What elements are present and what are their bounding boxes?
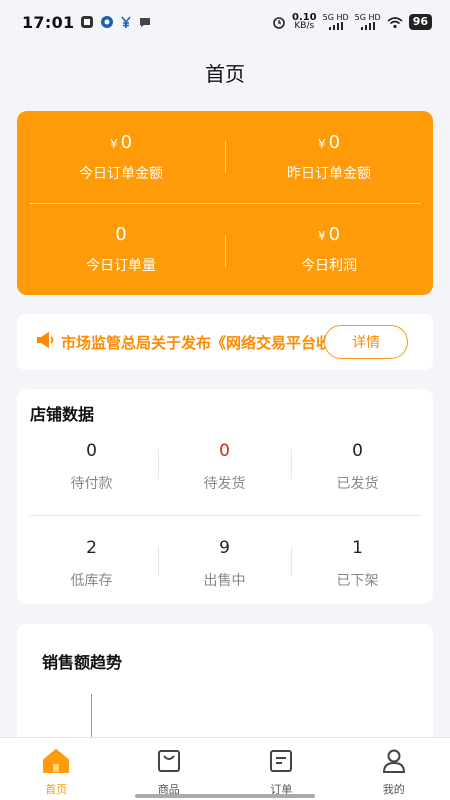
- battery-level: 96: [408, 14, 432, 30]
- status-time: 17:01: [22, 12, 75, 32]
- message-notification-icon: [138, 15, 152, 29]
- home-icon: [42, 748, 70, 778]
- page-title: 首页: [205, 62, 245, 86]
- network-speed: 0.10 KB/s: [291, 12, 317, 31]
- bottom-tab-bar: 首页 商品 订单 我的: [0, 737, 450, 800]
- order-summary-card: ¥0 今日订单金额 ¥0 昨日订单金额 0 今日订单量 ¥0 今日利润: [17, 111, 433, 295]
- user-icon: [381, 748, 407, 778]
- stat-shipped[interactable]: 0 已发货: [291, 441, 424, 501]
- store-data-title: 店铺数据: [30, 405, 95, 424]
- stat-pending-payment[interactable]: 0 待付款: [25, 441, 158, 501]
- today-count-cell[interactable]: 0 今日订单量: [17, 203, 225, 295]
- divider: [29, 203, 421, 204]
- divider: [158, 546, 159, 576]
- today-profit-label: 今日利润: [301, 257, 357, 274]
- stat-delisted[interactable]: 1 已下架: [291, 538, 424, 598]
- tab-home[interactable]: 首页: [0, 738, 113, 800]
- tab-profile[interactable]: 我的: [338, 738, 450, 800]
- divider: [28, 515, 422, 516]
- status-bar: 17:01 0.10 KB/s 5G HD 5G HD 96: [0, 0, 450, 44]
- stat-pending-shipment[interactable]: 0 待发货: [158, 441, 291, 501]
- divider: [158, 449, 159, 479]
- notice-text: 市场监管总局关于发布《网络交易平台收费行为合规指南》: [61, 333, 327, 352]
- divider: [225, 141, 226, 173]
- signal-2: 5G HD: [355, 14, 381, 30]
- today-count-label: 今日订单量: [86, 257, 156, 274]
- divider: [291, 449, 292, 479]
- divider: [291, 546, 292, 576]
- tab-orders[interactable]: 订单: [225, 738, 338, 800]
- today-profit-value: 0: [328, 223, 341, 245]
- today-amount-label: 今日订单金额: [79, 165, 163, 182]
- order-icon: [268, 748, 294, 778]
- yesterday-amount-value: 0: [328, 131, 341, 153]
- app-notification-icon: [80, 15, 94, 29]
- yen-notification-icon: [120, 15, 132, 29]
- notice-bar[interactable]: 市场监管总局关于发布《网络交易平台收费行为合规指南》 详情: [17, 314, 433, 370]
- circle-notification-icon: [100, 15, 114, 29]
- yesterday-amount-cell[interactable]: ¥0 昨日订单金额: [225, 111, 433, 203]
- tab-products[interactable]: 商品: [113, 738, 226, 800]
- signal-1: 5G HD: [323, 14, 349, 30]
- home-indicator[interactable]: [135, 794, 315, 798]
- stat-on-sale[interactable]: 9 出售中: [158, 538, 291, 598]
- notice-detail-button[interactable]: 详情: [324, 325, 408, 359]
- today-count-value: 0: [115, 223, 127, 245]
- today-amount-value: 0: [120, 131, 133, 153]
- alarm-icon: [272, 15, 286, 29]
- sales-trend-title: 销售额趋势: [42, 653, 123, 672]
- store-data-card: 店铺数据 0 待付款 0 待发货 0 已发货 2 低库存 9 出售中 1 已下架: [17, 389, 433, 604]
- divider: [225, 235, 226, 267]
- wifi-icon: [387, 16, 403, 29]
- bag-icon: [156, 748, 182, 778]
- today-amount-cell[interactable]: ¥0 今日订单金额: [17, 111, 225, 203]
- stat-low-stock[interactable]: 2 低库存: [25, 538, 158, 598]
- today-profit-cell[interactable]: ¥0 今日利润: [225, 203, 433, 295]
- yesterday-amount-label: 昨日订单金额: [287, 165, 371, 182]
- megaphone-icon: [35, 330, 57, 354]
